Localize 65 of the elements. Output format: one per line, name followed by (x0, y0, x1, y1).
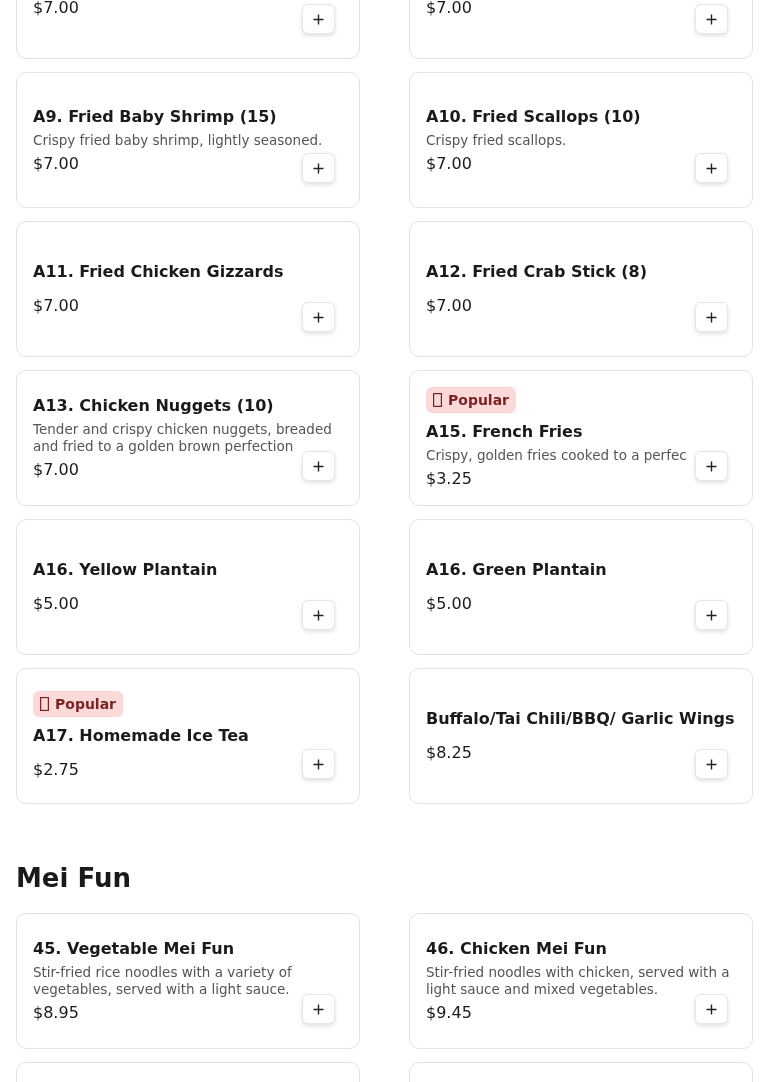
item-title: Buffalo/Tai Chili/BBQ/ Garlic Wings (426, 708, 735, 730)
item-price: $8.25 (426, 742, 472, 764)
rectangle-icon (40, 697, 49, 711)
plus-icon (313, 311, 324, 323)
item-price: $7.00 (33, 459, 79, 481)
item-price: $2.75 (33, 759, 79, 781)
plus-icon (313, 13, 324, 25)
item-description: Stir-fried rice noodles with a variety of vegetables, served with a light sauce. (33, 964, 293, 998)
item-title: A12. Fried Crab Stick (8) (426, 261, 647, 283)
plus-icon (313, 609, 324, 621)
item-price: $7.00 (426, 295, 472, 317)
add-button[interactable] (695, 994, 728, 1024)
add-button[interactable] (302, 451, 335, 481)
item-title: 45. Vegetable Mei Fun (33, 938, 235, 960)
item-price: $3.25 (426, 467, 472, 490)
add-button[interactable] (695, 749, 728, 779)
item-price: $5.00 (426, 593, 472, 615)
item-title: A10. Fried Scallops (10) (426, 105, 641, 128)
item-description: Crispy fried baby shrimp, lightly seasoned. (33, 131, 323, 149)
add-button[interactable] (695, 153, 728, 183)
plus-icon (706, 13, 717, 25)
item-description: Crispy fried scallops. (426, 131, 567, 149)
add-button[interactable] (302, 749, 335, 779)
item-description: Crispy, golden fries cooked to a perfec (426, 446, 687, 464)
add-button[interactable] (695, 4, 728, 34)
plus-icon (313, 460, 324, 472)
item-price: $7.00 (426, 152, 472, 175)
rectangle-icon (433, 392, 442, 407)
item-title: A15. French Fries (426, 420, 583, 443)
item-title: A9. Fried Baby Shrimp (15) (33, 105, 277, 128)
item-description: Tender and crispy chicken nuggets, breaded and fried to a golden brown perfection (33, 421, 333, 455)
add-button[interactable] (695, 600, 728, 630)
plus-icon (706, 758, 717, 770)
plus-icon (706, 162, 717, 174)
add-button[interactable] (302, 302, 335, 332)
item-title: A13. Chicken Nuggets (10) (33, 395, 274, 417)
add-button[interactable] (302, 600, 335, 630)
item-price: $7.00 (33, 295, 79, 317)
add-button[interactable] (302, 4, 335, 34)
badge-label: Popular (448, 390, 510, 409)
item-price: $8.95 (33, 1002, 79, 1024)
item-price: $7.00 (33, 0, 79, 19)
plus-icon (706, 1003, 717, 1015)
item-title: A16. Yellow Plantain (33, 559, 218, 581)
item-title: A11. Fried Chicken Gizzards (33, 261, 284, 283)
plus-icon (313, 162, 324, 174)
item-title: 46. Chicken Mei Fun (426, 938, 607, 960)
plus-icon (313, 1003, 324, 1015)
item-price: $5.00 (33, 593, 79, 615)
badge-label: Popular (55, 695, 117, 713)
add-button[interactable] (302, 153, 335, 183)
plus-icon (706, 311, 717, 323)
add-button[interactable] (695, 451, 728, 481)
plus-icon (706, 609, 717, 621)
plus-icon (706, 460, 717, 472)
item-title: A17. Homemade Ice Tea (33, 725, 249, 747)
item-description: Stir-fried noodles with chicken, served with a light sauce and mixed vegetables. (426, 964, 731, 998)
item-price: $7.00 (33, 152, 79, 175)
plus-icon (313, 758, 324, 770)
section-heading: Mei Fun (16, 862, 132, 894)
add-button[interactable] (302, 994, 335, 1024)
item-title: A16. Green Plantain (426, 559, 607, 581)
item-price: $9.45 (426, 1002, 472, 1024)
item-price: $7.00 (426, 0, 472, 19)
add-button[interactable] (695, 302, 728, 332)
